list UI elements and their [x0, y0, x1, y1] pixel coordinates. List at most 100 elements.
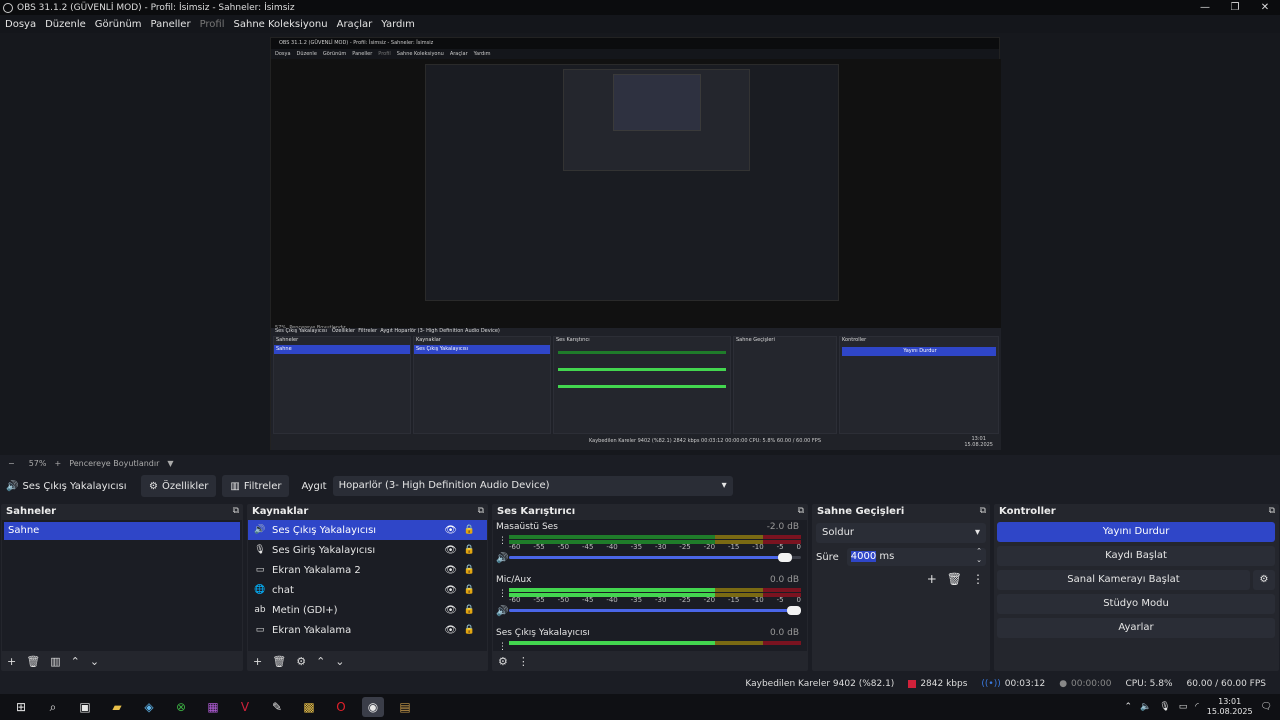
spin-icon[interactable]: ⌃ ⌄: [976, 547, 982, 565]
lock-icon[interactable]: 🔒: [464, 525, 475, 535]
xbox-icon[interactable]: ⊗: [170, 697, 192, 717]
trash-icon[interactable]: 🗑: [947, 572, 962, 586]
more-icon[interactable]: ⋮: [498, 642, 507, 651]
source-label: Ekran Yakalama 2: [272, 564, 361, 576]
stop-streaming-button[interactable]: Yayını Durdur: [997, 522, 1275, 542]
globe-icon: 🌐: [254, 585, 266, 595]
zoom-out-button[interactable]: −: [8, 459, 15, 468]
lock-icon[interactable]: 🔒: [464, 585, 475, 595]
zoom-menu-caret-icon[interactable]: ▼: [167, 459, 173, 468]
notification-icon[interactable]: 🗨: [1261, 702, 1272, 712]
undock-icon[interactable]: ⧉: [1269, 506, 1275, 516]
cpu-usage: CPU: 5.8%: [1125, 679, 1173, 689]
gear-icon[interactable]: ⚙: [296, 655, 306, 668]
restore-icon[interactable]: ❐: [1220, 0, 1250, 15]
filters-button[interactable]: ▥ Filtreler: [222, 475, 290, 497]
trash-icon[interactable]: 🗑: [272, 655, 286, 668]
menu-dosya[interactable]: Dosya: [5, 19, 36, 30]
properties-button[interactable]: ⚙ Özellikler: [141, 475, 217, 497]
start-recording-button[interactable]: Kaydı Başlat: [997, 546, 1275, 566]
chevron-down-icon[interactable]: ⌄: [90, 655, 99, 668]
add-icon[interactable]: +: [253, 655, 262, 668]
copilot-icon[interactable]: ◈: [138, 697, 160, 717]
trash-icon[interactable]: 🗑: [26, 655, 40, 668]
more-icon[interactable]: ⋮: [498, 536, 507, 546]
menu-sahne-koleksiyonu[interactable]: Sahne Koleksiyonu: [234, 19, 328, 30]
nested-menu-item: Dosya: [275, 51, 291, 57]
source-item[interactable]: 🔊 Ses Çıkış Yakalayıcısı 👁 🔒: [248, 520, 487, 540]
menu-gorunum[interactable]: Görünüm: [95, 19, 142, 30]
package-icon[interactable]: ▤: [394, 697, 416, 717]
game-icon[interactable]: ▩: [298, 697, 320, 717]
undock-icon[interactable]: ⧉: [233, 506, 239, 516]
obs-taskbar-icon[interactable]: ◉: [362, 697, 384, 717]
eye-icon[interactable]: 👁: [444, 625, 457, 636]
wifi-tray-icon[interactable]: ◜: [1195, 702, 1199, 712]
chevron-down-icon[interactable]: ⌄: [335, 655, 344, 668]
eye-icon[interactable]: 👁: [444, 545, 457, 556]
filter-icon[interactable]: ▥: [50, 655, 60, 668]
chevron-up-icon[interactable]: ⌃: [316, 655, 325, 668]
zoom-in-button[interactable]: +: [54, 459, 61, 468]
source-item[interactable]: ab Metin (GDI+) 👁 🔒: [248, 600, 487, 620]
lock-icon[interactable]: 🔒: [464, 625, 475, 635]
gear-icon[interactable]: ⚙: [498, 655, 508, 668]
winrar-icon[interactable]: ▦: [202, 697, 224, 717]
source-item[interactable]: 🎙 Ses Giriş Yakalayıcısı 👁 🔒: [248, 540, 487, 560]
close-icon[interactable]: ✕: [1250, 0, 1280, 15]
eye-icon[interactable]: 👁: [444, 565, 457, 576]
lock-icon[interactable]: 🔒: [464, 605, 475, 615]
undock-icon[interactable]: ⧉: [478, 506, 484, 516]
add-icon[interactable]: +: [7, 655, 16, 668]
menu-araclar[interactable]: Araçlar: [337, 19, 373, 30]
lock-icon[interactable]: 🔒: [464, 545, 475, 555]
transition-select[interactable]: Soldur ▾: [816, 523, 986, 543]
zoom-bar: − 57% + Pencereye Boyutlandır ▼: [0, 455, 1280, 471]
nested-transitions-panel: Sahne Geçişleri: [733, 336, 837, 434]
source-item[interactable]: ▭ Ekran Yakalama 2 👁 🔒: [248, 560, 487, 580]
chevron-up-icon[interactable]: ⌃: [71, 655, 80, 668]
file-explorer-icon[interactable]: ▰: [106, 697, 128, 717]
source-item[interactable]: ▭ Ekran Yakalama 👁 🔒: [248, 620, 487, 640]
volume-tray-icon[interactable]: 🔈: [1140, 702, 1151, 712]
tray-chevron-up-icon[interactable]: ⌃: [1125, 702, 1133, 712]
undock-icon[interactable]: ⧉: [798, 506, 804, 516]
add-icon[interactable]: +: [927, 572, 937, 586]
device-select[interactable]: Hoparlör (3- High Definition Audio Devic…: [332, 476, 733, 496]
more-icon[interactable]: ⋮: [972, 572, 984, 586]
app-icon[interactable]: V: [234, 697, 256, 717]
notepad-icon[interactable]: ✎: [266, 697, 288, 717]
menu-profil[interactable]: Profil: [200, 19, 225, 30]
volume-icon[interactable]: 🔊: [496, 606, 508, 617]
eye-icon[interactable]: 👁: [444, 525, 457, 536]
eye-icon[interactable]: 👁: [444, 605, 457, 616]
menu-paneller[interactable]: Paneller: [151, 19, 191, 30]
eye-icon[interactable]: 👁: [444, 585, 457, 596]
scene-item[interactable]: Sahne: [4, 522, 240, 540]
search-icon[interactable]: ⌕: [42, 697, 64, 717]
gear-icon[interactable]: ⚙: [1253, 570, 1275, 590]
source-item[interactable]: 🌐 chat 👁 🔒: [248, 580, 487, 600]
volume-icon[interactable]: 🔊: [496, 553, 508, 564]
start-virtual-camera-button[interactable]: Sanal Kamerayı Başlat: [997, 570, 1250, 590]
more-icon[interactable]: ⋮: [518, 655, 529, 668]
preview-canvas[interactable]: OBS 31.1.2 (GÜVENLİ MOD) - Profil: İsims…: [0, 33, 1280, 455]
duration-input[interactable]: 4000 ms ⌃ ⌄: [846, 547, 986, 566]
menu-duzenle[interactable]: Düzenle: [45, 19, 86, 30]
minimize-icon[interactable]: —: [1190, 0, 1220, 15]
network-tray-icon[interactable]: ▭: [1179, 702, 1188, 712]
mic-tray-icon[interactable]: 🎙: [1159, 702, 1170, 712]
menu-yardim[interactable]: Yardım: [381, 19, 415, 30]
opera-icon[interactable]: O: [330, 697, 352, 717]
task-view-icon[interactable]: ▣: [74, 697, 96, 717]
windows-start-icon[interactable]: ⊞: [10, 697, 32, 717]
tray-clock[interactable]: 13:01 15.08.2025: [1207, 697, 1253, 717]
volume-slider[interactable]: [509, 606, 801, 615]
undock-icon[interactable]: ⧉: [980, 506, 986, 516]
settings-button[interactable]: Ayarlar: [997, 618, 1275, 638]
studio-mode-button[interactable]: Stüdyo Modu: [997, 594, 1275, 614]
lock-icon[interactable]: 🔒: [464, 565, 475, 575]
volume-slider[interactable]: [509, 553, 801, 562]
fit-window-label[interactable]: Pencereye Boyutlandır: [69, 459, 159, 468]
more-icon[interactable]: ⋮: [498, 589, 507, 599]
